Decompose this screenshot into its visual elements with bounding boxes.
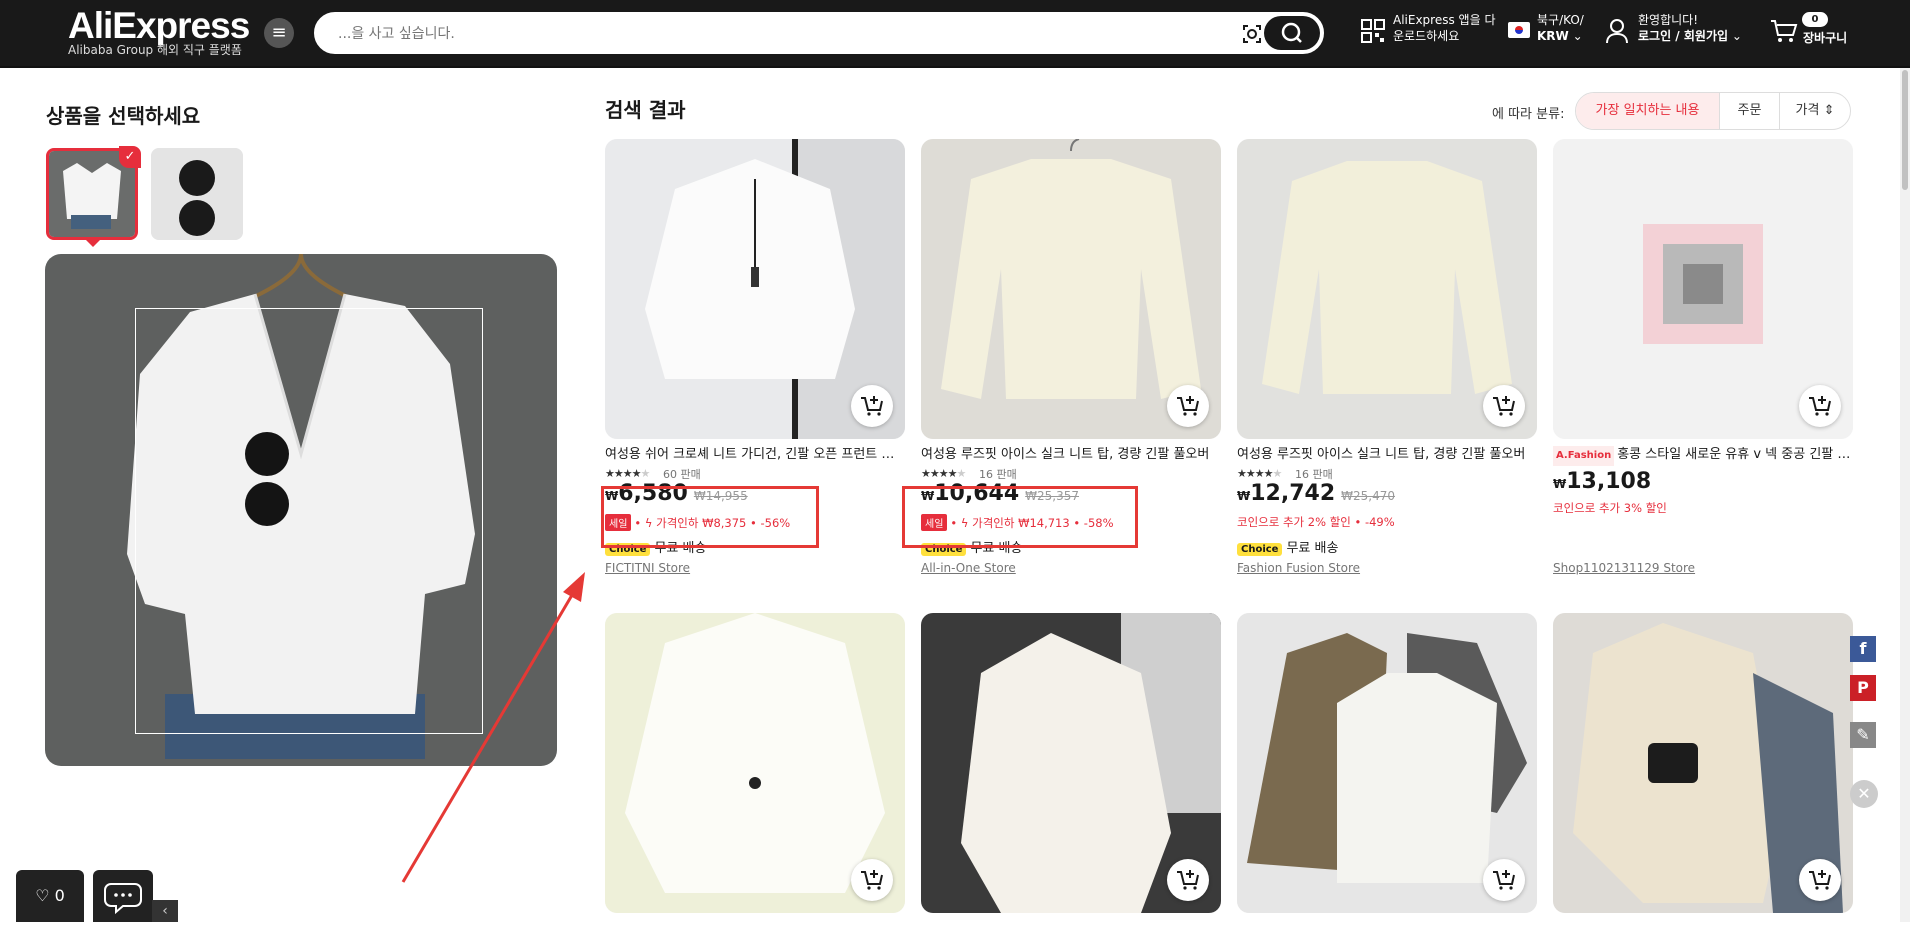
annotation-arrow <box>401 572 585 883</box>
image-search-icon[interactable] <box>1238 20 1266 48</box>
add-cart-icon <box>861 396 883 416</box>
sort-arrows-icon: ⇕ <box>1823 103 1835 118</box>
select-product-title: 상품을 선택하세요 <box>46 104 201 128</box>
collapse-chevron-icon[interactable]: ‹ <box>152 900 178 922</box>
qr-code-icon[interactable] <box>1360 18 1386 44</box>
store-link[interactable]: Shop1102131129 Store <box>1553 561 1695 575</box>
annotation-box <box>601 486 819 548</box>
account-menu[interactable]: 환영합니다! 로그인 / 회원가입 ⌄ <box>1638 12 1742 44</box>
top-navigation-bar: AliExpress Alibaba Group 해외 직구 플랫폼 ≡ Ali… <box>0 0 1910 68</box>
add-cart-icon <box>861 870 883 890</box>
chevron-down-icon: ⌄ <box>1572 29 1583 43</box>
close-icon[interactable]: ✕ <box>1850 780 1878 808</box>
store-link[interactable]: All-in-One Store <box>921 561 1016 575</box>
shipping-line: Choice 무료 배송 <box>1237 537 1338 556</box>
add-to-cart-button[interactable] <box>1483 859 1525 901</box>
product-image[interactable] <box>605 139 905 439</box>
facebook-icon[interactable]: f <box>1850 636 1876 662</box>
sort-label: 에 따라 분류: <box>1492 107 1565 122</box>
annotation-box <box>902 486 1138 548</box>
sort-orders[interactable]: 주문 <box>1720 93 1780 129</box>
product-image[interactable] <box>1237 613 1537 913</box>
korea-flag-icon <box>1508 22 1530 38</box>
add-to-cart-button[interactable] <box>851 859 893 901</box>
sort-price[interactable]: 가격 ⇕ <box>1780 93 1850 129</box>
product-image[interactable] <box>921 613 1221 913</box>
pinterest-icon[interactable]: P <box>1850 675 1876 701</box>
selected-indicator <box>86 240 100 247</box>
product-title[interactable]: 여성용 루즈핏 아이스 실크 니트 탑, 경량 긴팔 풀오버 <box>1237 445 1537 465</box>
add-to-cart-button[interactable] <box>1167 385 1209 427</box>
add-to-cart-button[interactable] <box>851 385 893 427</box>
add-cart-icon <box>1493 870 1515 890</box>
add-cart-icon <box>1809 396 1831 416</box>
promo-line: 코인으로 추가 3% 할인 <box>1553 501 1667 515</box>
rating-stars: ★★★★★ <box>921 467 966 480</box>
add-cart-icon <box>1177 870 1199 890</box>
add-to-cart-button[interactable] <box>1483 385 1525 427</box>
user-icon[interactable] <box>1605 18 1629 44</box>
aliexpress-logo[interactable]: AliExpress Alibaba Group 해외 직구 플랫폼 <box>68 6 250 57</box>
page-scrollbar[interactable] <box>1900 68 1910 922</box>
chat-icon <box>104 883 142 915</box>
sunglasses-thumbnail-image <box>151 148 243 240</box>
product-image[interactable] <box>921 139 1221 439</box>
product-image[interactable] <box>605 613 905 913</box>
sold-count: 16 판매 <box>1295 468 1333 481</box>
store-link[interactable]: Fashion Fusion Store <box>1237 561 1360 575</box>
selected-check-icon: ✓ <box>119 146 141 168</box>
product-price: ₩13,108 <box>1553 469 1652 494</box>
rating-stars: ★★★★★ <box>1237 467 1282 480</box>
product-title[interactable]: A.Fashion 홍콩 스타일 새로운 유휴 v 넥 중공 긴팔 니트 <box>1553 445 1853 466</box>
search-input[interactable] <box>338 22 1218 46</box>
chat-button[interactable] <box>93 870 153 922</box>
region-currency-selector[interactable]: 북구/KO/ KRW ⌄ <box>1537 12 1584 44</box>
search-bar <box>314 12 1324 54</box>
product-title[interactable]: 여성용 쉬어 크로셰 니트 가디건, 긴팔 오픈 프런트 가디건 <box>605 445 905 465</box>
hamburger-menu-button[interactable]: ≡ <box>264 18 294 48</box>
sort-options: 가장 일치하는 내용 주문 가격 ⇕ <box>1575 92 1851 130</box>
scrollbar-thumb[interactable] <box>1902 70 1908 190</box>
heart-icon: ♡ <box>35 886 50 905</box>
add-to-cart-button[interactable] <box>1799 859 1841 901</box>
cart-count-badge: 0 <box>1802 12 1828 27</box>
edit-icon[interactable]: ✎ <box>1850 722 1876 748</box>
store-link[interactable]: FICTITNI Store <box>605 561 690 575</box>
add-to-cart-button[interactable] <box>1167 859 1209 901</box>
add-to-cart-button[interactable] <box>1799 385 1841 427</box>
cart-label[interactable]: 장바구니 <box>1803 30 1847 46</box>
search-results-title: 검색 결과 <box>605 98 686 122</box>
sold-count: 60 판매 <box>663 468 701 481</box>
product-image[interactable] <box>1553 139 1853 439</box>
product-image[interactable] <box>1237 139 1537 439</box>
cart-icon[interactable] <box>1770 18 1798 44</box>
add-cart-icon <box>1177 396 1199 416</box>
promo-line: 코인으로 추가 2% 할인 • -49% <box>1237 515 1395 529</box>
product-image[interactable] <box>1553 613 1853 913</box>
search-icon <box>1281 22 1302 43</box>
sort-best-match[interactable]: 가장 일치하는 내용 <box>1576 93 1720 129</box>
wishlist-button[interactable]: ♡ 0 <box>16 870 84 922</box>
product-title[interactable]: 여성용 루즈핏 아이스 실크 니트 탑, 경량 긴팔 풀오버 <box>921 445 1221 465</box>
sold-count: 16 판매 <box>979 468 1017 481</box>
add-cart-icon <box>1809 870 1831 890</box>
thumbnail-sunglasses[interactable] <box>151 148 243 240</box>
product-price: ₩12,742 ₩25,470 <box>1237 481 1396 506</box>
download-app-link[interactable]: AliExpress 앱을 다 운로드하세요 <box>1393 12 1495 44</box>
rating-stars: ★★★★★ <box>605 467 650 480</box>
add-cart-icon <box>1493 396 1515 416</box>
search-button[interactable] <box>1264 16 1320 50</box>
chevron-down-icon: ⌄ <box>1731 29 1742 43</box>
